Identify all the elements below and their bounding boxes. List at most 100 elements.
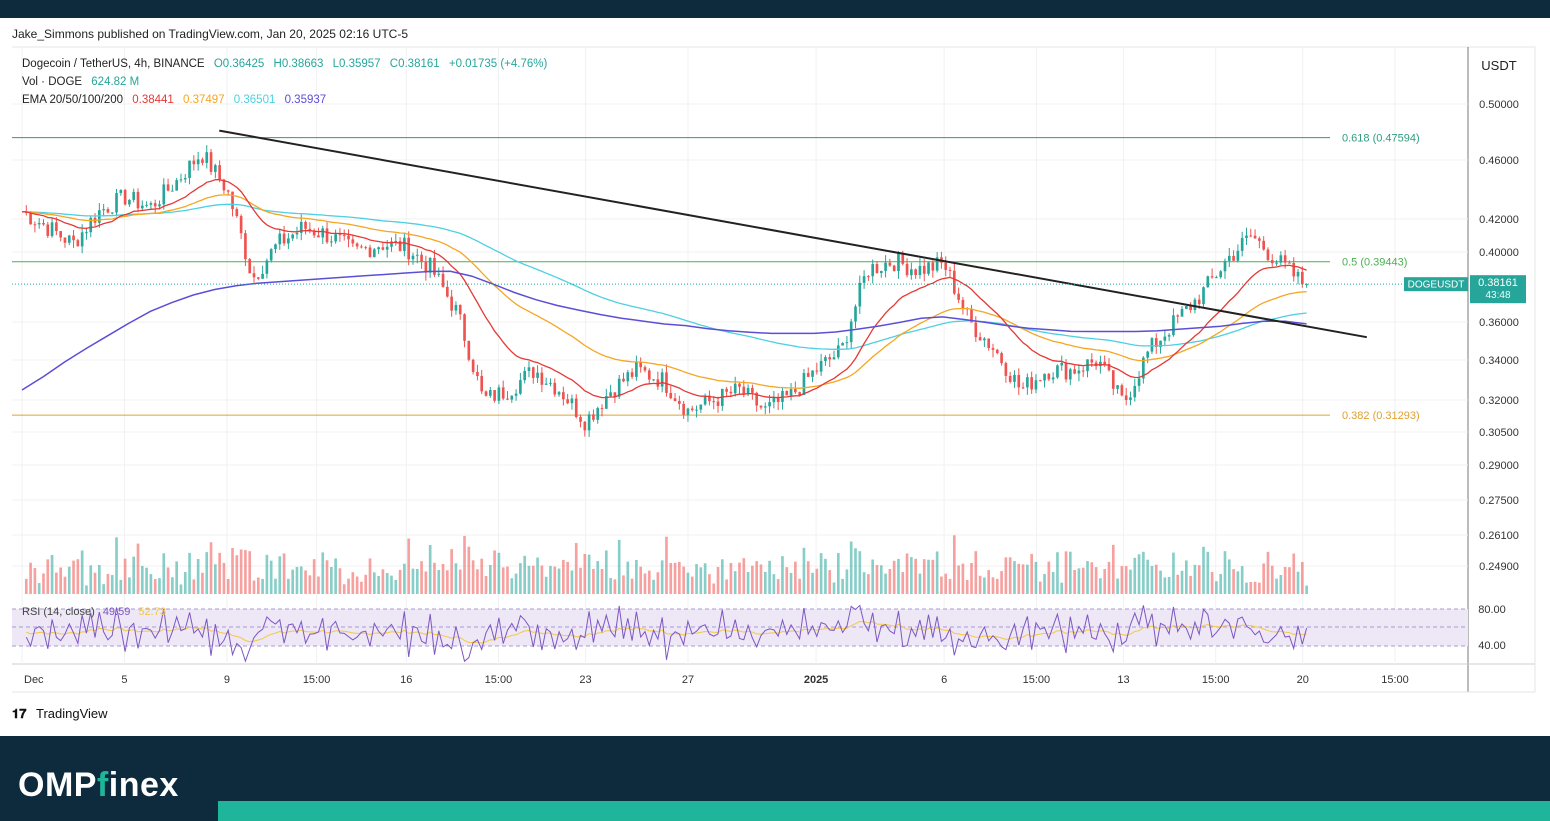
candle-body [415, 254, 419, 256]
candle-body [446, 286, 449, 297]
candle-body [712, 401, 716, 403]
volume-bar [424, 571, 428, 594]
volume-bar [630, 578, 634, 594]
candle-body [523, 370, 527, 381]
candle-body [944, 262, 948, 270]
volume-bar [501, 567, 505, 594]
volume-bar [1056, 552, 1059, 594]
candle-body [617, 378, 621, 397]
volume-bar [59, 567, 62, 594]
candle-body [682, 403, 685, 415]
candle-body [162, 184, 166, 205]
candle-body [188, 160, 191, 179]
volume-bar [1081, 567, 1085, 594]
candle-body [265, 260, 269, 274]
y-tick-label: 0.30500 [1479, 427, 1519, 439]
volume-bar [587, 554, 591, 594]
volume-bar [355, 576, 359, 594]
volume-bar [639, 566, 643, 594]
candle-body [218, 165, 221, 180]
volume-bar [854, 548, 857, 594]
candle-body [574, 398, 578, 418]
candle-body [738, 383, 741, 387]
candle-body [282, 233, 286, 244]
volume-bar [536, 557, 539, 594]
candle-body [158, 204, 161, 207]
x-tick-label: 20 [1297, 674, 1309, 686]
volume-bar [1189, 575, 1192, 594]
x-tick-label: 15:00 [1381, 674, 1409, 686]
candle-body [364, 247, 368, 249]
volume-bar [252, 580, 256, 594]
volume-bar [136, 543, 140, 594]
x-tick-label: 15:00 [1202, 674, 1230, 686]
brand-main: OMP [18, 766, 97, 804]
volume-bar [1236, 571, 1240, 594]
volume-bar [720, 559, 724, 594]
candle-body [368, 247, 372, 257]
volume-bar [471, 560, 475, 594]
volume-bar [317, 576, 320, 594]
x-tick-label: 15:00 [303, 674, 331, 686]
candle-body [192, 160, 196, 165]
candle-body [1275, 262, 1278, 264]
volume-bar [978, 575, 982, 594]
ohlc-high: H0.38663 [274, 58, 324, 70]
volume-bar [785, 567, 789, 594]
rsi-legend: RSI (14, close) 49.59 52.73 [22, 606, 166, 618]
candle-body [673, 398, 677, 401]
candle-body [1030, 377, 1033, 390]
volume-bar [115, 537, 118, 594]
volume-bar [123, 558, 127, 594]
tradingview-logo[interactable]: 𝟏𝟕 TradingView [12, 706, 108, 721]
volume-bar [368, 558, 372, 594]
volume-bar [549, 565, 552, 594]
volume-bar [1000, 571, 1003, 594]
descending-trendline[interactable] [219, 129, 1367, 339]
candle-body [622, 378, 625, 382]
candle-body [37, 222, 41, 225]
candle-body [488, 390, 492, 396]
candle-body [269, 249, 273, 261]
candle-body [1103, 361, 1107, 364]
candle-body [29, 212, 32, 225]
candle-body [566, 399, 569, 404]
candle-body [562, 392, 565, 400]
candle-body [806, 372, 810, 377]
volume-bar [690, 576, 694, 594]
currency-label[interactable]: USDT [1481, 58, 1516, 73]
ohlc-low: L0.35957 [333, 58, 381, 70]
candle-body [1060, 362, 1064, 366]
candle-body [987, 338, 991, 349]
volume-bar [703, 563, 707, 594]
volume-bar [914, 558, 917, 594]
candle-body [1068, 369, 1072, 380]
volume-bar [836, 553, 840, 594]
volume-bar [183, 572, 187, 594]
volume-bar [604, 550, 608, 594]
volume-bar [935, 551, 939, 594]
volume-bar [226, 578, 230, 594]
rsi-value: 49.59 [103, 606, 131, 618]
candle-body [355, 243, 359, 247]
candle-body [1163, 336, 1167, 341]
volume-bar [403, 563, 406, 594]
price-chart[interactable]: 0.618 (0.47594) 0.5 (0.39443) 0.382 (0.312… [0, 0, 1550, 736]
candle-body [669, 392, 673, 399]
brand-logo[interactable]: OMPfinex [18, 766, 179, 805]
volume-bar [1086, 561, 1089, 594]
candle-body [166, 184, 170, 191]
volume-bar [278, 556, 282, 594]
time-axis-labels: Dec 5 9 15:00 16 15:00 23 27 2025 6 15:00 13 15:00 20… [24, 674, 1409, 686]
candle-body [1051, 377, 1055, 380]
volume-bar [63, 576, 67, 594]
candle-body [729, 391, 733, 394]
candle-body [145, 204, 148, 206]
published-line: Jake_Simmons published on TradingView.co… [12, 27, 408, 41]
candle-body [347, 235, 350, 240]
candle-body [317, 235, 320, 238]
candle-body [553, 382, 557, 395]
candle-body [1073, 369, 1076, 374]
candle-body [59, 231, 62, 238]
candle-body [785, 390, 789, 396]
